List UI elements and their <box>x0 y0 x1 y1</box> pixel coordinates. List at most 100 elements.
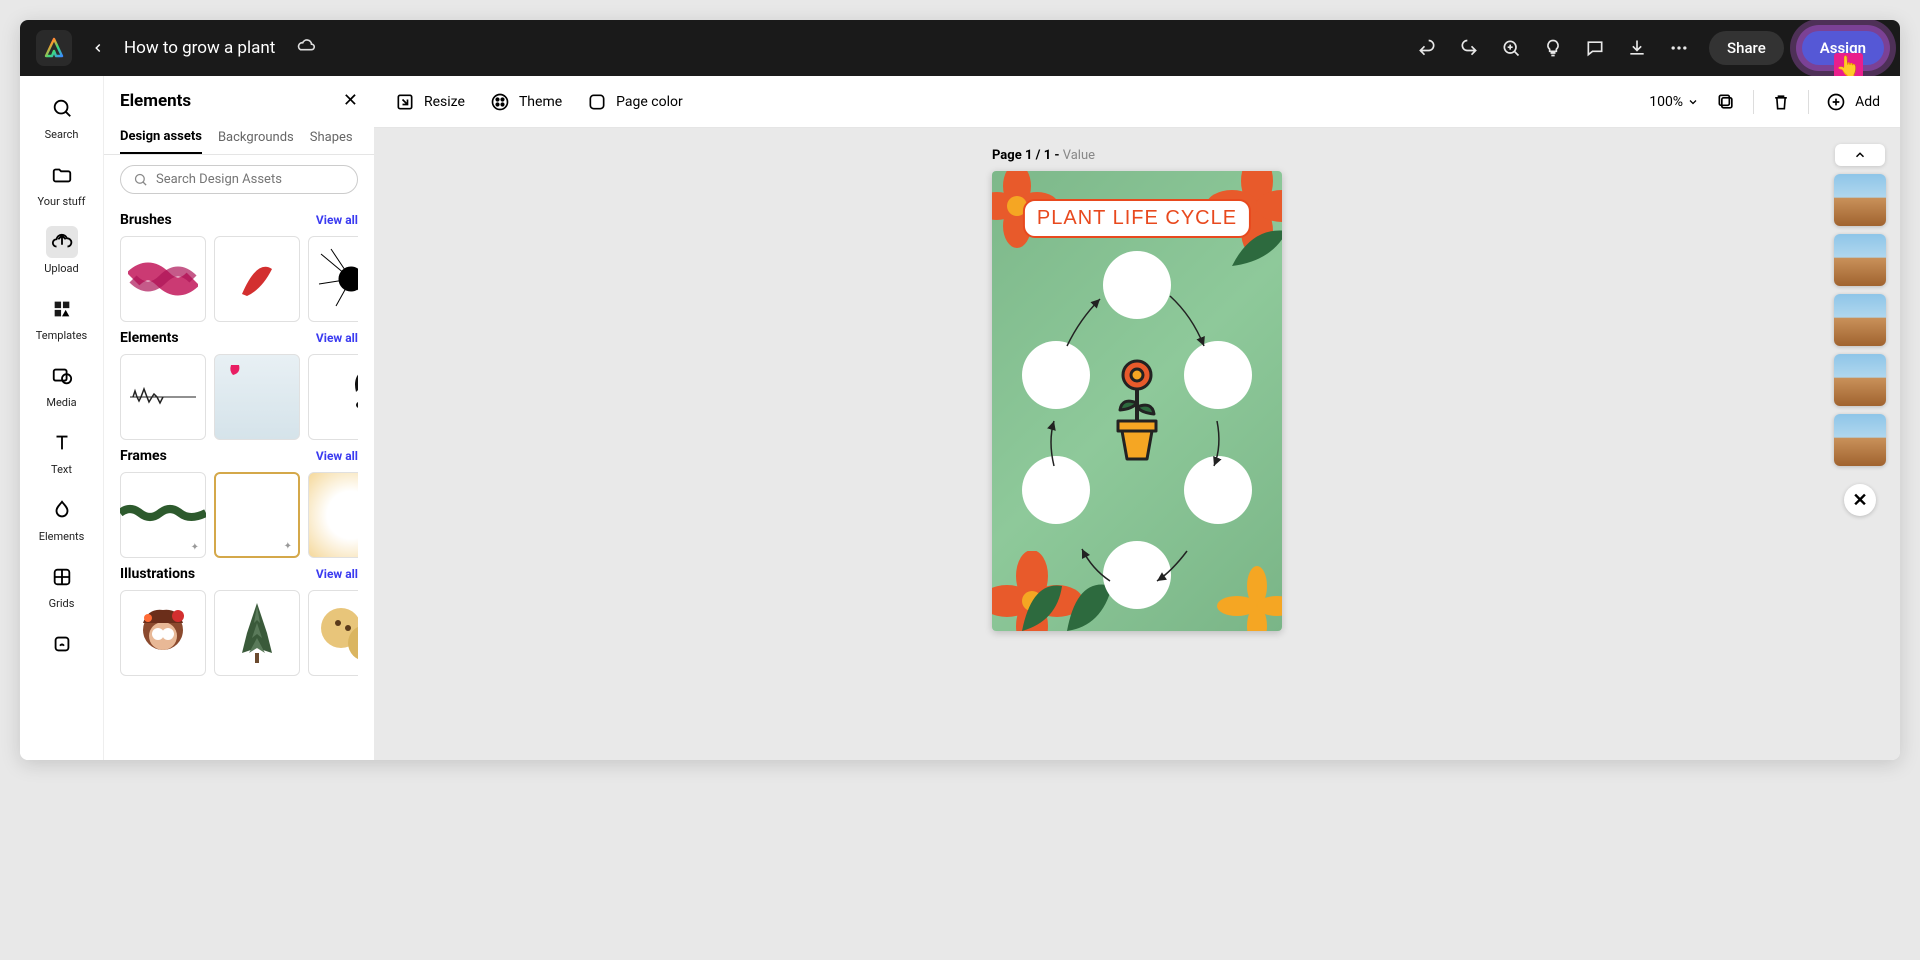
cycle-slot[interactable] <box>1022 341 1090 409</box>
brush-thumb[interactable] <box>308 236 358 322</box>
design-title[interactable]: PLANT LIFE CYCLE <box>1023 199 1251 238</box>
page-thumbnail[interactable] <box>1834 294 1886 346</box>
view-all-illustrations[interactable]: View all <box>316 567 358 581</box>
rail-your-stuff[interactable]: Your stuff <box>30 159 94 208</box>
canvas-area[interactable]: Page 1 / 1 - Value PLANT LIFE CYCLE <box>374 128 1900 760</box>
view-all-brushes[interactable]: View all <box>316 213 358 227</box>
tab-shapes[interactable]: Shapes <box>310 122 353 153</box>
rail-grids[interactable]: Grids <box>30 561 94 610</box>
theme-icon <box>489 91 511 113</box>
illustration-thumb[interactable] <box>308 590 358 676</box>
rail-label: Search <box>45 128 79 141</box>
collapse-thumbnails-button[interactable] <box>1835 144 1885 166</box>
zoom-value: 100% <box>1649 94 1683 110</box>
panel-title: Elements <box>120 91 191 111</box>
tab-backgrounds[interactable]: Backgrounds <box>218 122 294 153</box>
undo-button[interactable] <box>1415 36 1439 60</box>
element-thumb[interactable] <box>308 354 358 440</box>
element-thumb[interactable] <box>120 354 206 440</box>
close-panel-button[interactable]: ✕ <box>343 90 358 111</box>
frame-thumb[interactable] <box>308 472 358 558</box>
rail-text[interactable]: Text <box>30 427 94 476</box>
text-icon <box>46 427 78 459</box>
plus-circle-icon <box>1825 91 1847 113</box>
page-color-button[interactable]: Page color <box>586 91 683 113</box>
cloud-sync-icon[interactable] <box>295 35 317 61</box>
illustration-thumb[interactable] <box>120 590 206 676</box>
theme-button[interactable]: Theme <box>489 91 562 113</box>
rail-upload[interactable]: Upload <box>30 226 94 275</box>
more-icon[interactable] <box>1667 36 1691 60</box>
tool-label: Add <box>1855 94 1880 110</box>
page-name-placeholder[interactable]: Value <box>1063 148 1095 163</box>
page-thumbnail[interactable] <box>1834 354 1886 406</box>
design-canvas[interactable]: PLANT LIFE CYCLE <box>992 171 1282 631</box>
tool-label: Resize <box>424 94 465 110</box>
section-title: Frames <box>120 448 167 464</box>
cycle-slot[interactable] <box>1103 251 1171 319</box>
add-page-button[interactable]: Add <box>1825 91 1880 113</box>
cycle-slot[interactable] <box>1103 541 1171 609</box>
hint-icon[interactable] <box>1541 36 1565 60</box>
redo-button[interactable] <box>1457 36 1481 60</box>
back-button[interactable] <box>84 34 112 62</box>
cycle-slot[interactable] <box>1184 456 1252 524</box>
tool-label: Page color <box>616 94 683 110</box>
upload-icon <box>46 226 78 258</box>
frame-thumb[interactable]: ✦ <box>120 472 206 558</box>
duplicate-page-button[interactable] <box>1715 91 1737 113</box>
rail-brands[interactable] <box>30 628 94 660</box>
page-thumbnail[interactable] <box>1834 174 1886 226</box>
canvas-toolbar: Resize Theme Page color 100% <box>374 76 1900 128</box>
grids-icon <box>46 561 78 593</box>
element-thumb[interactable] <box>214 354 300 440</box>
page-thumbnail[interactable] <box>1834 234 1886 286</box>
rail-elements[interactable]: Elements <box>30 494 94 543</box>
rail-label: Text <box>51 463 72 476</box>
brands-icon <box>46 628 78 660</box>
section-title: Illustrations <box>120 566 195 582</box>
search-input-field[interactable] <box>156 172 345 187</box>
illustration-thumb[interactable] <box>214 590 300 676</box>
comment-icon[interactable] <box>1583 36 1607 60</box>
top-actions: Share Assign 👆 <box>1415 31 1884 65</box>
zoom-icon[interactable] <box>1499 36 1523 60</box>
brush-thumb[interactable] <box>120 236 206 322</box>
close-thumbnails-button[interactable]: ✕ <box>1844 484 1876 516</box>
panel-scroll[interactable]: Brushes View all Elements View all <box>104 204 374 760</box>
tab-design-assets[interactable]: Design assets <box>120 121 202 154</box>
section-frames: Frames View all ✦ ✦ <box>120 448 358 558</box>
share-button[interactable]: Share <box>1709 31 1784 65</box>
search-icon <box>133 172 148 187</box>
page-thumbnail[interactable] <box>1834 414 1886 466</box>
zoom-control[interactable]: 100% <box>1649 94 1699 110</box>
page-indicator: Page 1 / 1 - Value <box>992 148 1095 163</box>
cycle-slot[interactable] <box>1184 341 1252 409</box>
media-icon <box>46 360 78 392</box>
flower-pot-icon[interactable] <box>1102 355 1172 465</box>
app-window: How to grow a plant Share Assign 👆 Se <box>20 20 1900 760</box>
resize-button[interactable]: Resize <box>394 91 465 113</box>
view-all-elements[interactable]: View all <box>316 331 358 345</box>
rail-label: Templates <box>36 329 87 342</box>
frame-thumb[interactable]: ✦ <box>214 472 300 558</box>
app-logo[interactable] <box>36 30 72 66</box>
document-title[interactable]: How to grow a plant <box>124 38 275 58</box>
search-assets-input[interactable] <box>120 165 358 194</box>
download-icon[interactable] <box>1625 36 1649 60</box>
page-number: Page 1 / 1 - <box>992 148 1063 163</box>
flower-decoration <box>1217 566 1282 631</box>
panel-tabs: Design assets Backgrounds Shapes <box>104 121 374 155</box>
cycle-slot[interactable] <box>1022 456 1090 524</box>
assign-button[interactable]: Assign 👆 <box>1802 31 1884 65</box>
delete-button[interactable] <box>1770 91 1792 113</box>
rail-templates[interactable]: Templates <box>30 293 94 342</box>
rail-search[interactable]: Search <box>30 92 94 141</box>
section-title: Elements <box>120 330 179 346</box>
rail-media[interactable]: Media <box>30 360 94 409</box>
tool-label: Theme <box>519 94 562 110</box>
brush-thumb[interactable] <box>214 236 300 322</box>
page-thumbnails: ✕ <box>1834 144 1886 516</box>
elements-panel: Elements ✕ Design assets Backgrounds Sha… <box>104 76 374 760</box>
view-all-frames[interactable]: View all <box>316 449 358 463</box>
